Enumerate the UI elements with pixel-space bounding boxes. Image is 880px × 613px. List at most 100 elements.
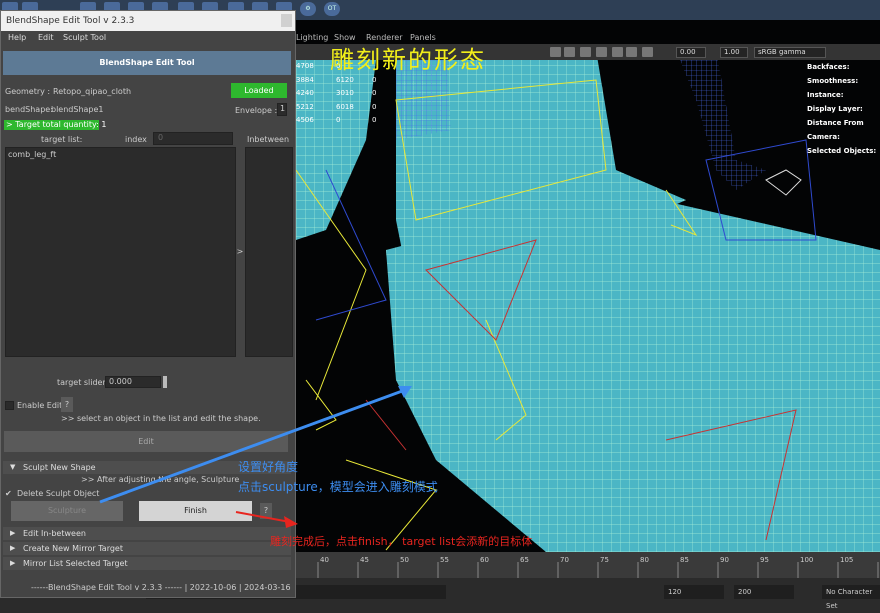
hud-label: Instance: bbox=[807, 91, 844, 99]
delete-sculpt-label: Delete Sculpt Object bbox=[17, 489, 100, 498]
maya-viewport[interactable]: Lighting Show Renderer Panels 0.00 1.00 … bbox=[296, 20, 880, 552]
section-title: Mirror List Selected Target bbox=[23, 559, 128, 568]
annotation-red: 雕刻完成后，点击finish， target list会添新的目标体 bbox=[270, 535, 533, 548]
move-target-button[interactable]: > bbox=[236, 147, 244, 357]
section-title: Create New Mirror Target bbox=[23, 544, 123, 553]
hud-value: 4506 bbox=[296, 116, 314, 124]
light-icon[interactable] bbox=[626, 47, 637, 57]
section-title: Edit In-between bbox=[23, 529, 86, 538]
shadow-icon[interactable] bbox=[642, 47, 653, 57]
hud-row: 5212 6018 0 bbox=[296, 101, 408, 115]
target-slider-label: target slider: bbox=[57, 378, 109, 387]
timeline-tick-label: 80 bbox=[640, 556, 649, 564]
section-title: Sculpt New Shape bbox=[23, 463, 96, 472]
timeline-tick-label: 45 bbox=[360, 556, 369, 564]
enable-edit-label: Enable Edit bbox=[17, 401, 63, 410]
grid-icon[interactable] bbox=[564, 47, 575, 57]
tool-header: BlendShape Edit Tool bbox=[3, 51, 291, 75]
timeline-tick-label: 95 bbox=[760, 556, 769, 564]
loaded-button[interactable]: Loaded bbox=[231, 83, 287, 98]
hud-object-details: Backfaces: Smoothness: Instance: Display La… bbox=[807, 60, 880, 158]
hud-value: 5212 bbox=[296, 102, 314, 111]
timeline-tick-label: 90 bbox=[720, 556, 729, 564]
timeline[interactable]: 40455055606570758085909510010511 bbox=[296, 552, 880, 578]
colorspace-select[interactable]: sRGB gamma bbox=[754, 47, 826, 58]
annotation-title: 雕刻新的形态 bbox=[330, 46, 486, 74]
target-total-badge: > Target total quantity: 1 bbox=[4, 120, 107, 130]
wireframe-icon[interactable] bbox=[580, 47, 591, 57]
shaded-icon[interactable] bbox=[596, 47, 607, 57]
hud-value: 6018 bbox=[336, 102, 354, 111]
index-label: index bbox=[125, 135, 147, 144]
ot-icon[interactable]: OT bbox=[324, 2, 340, 16]
target-list[interactable]: comb_leg_ft bbox=[5, 147, 236, 357]
hud-value: 0 bbox=[372, 89, 377, 97]
hud-value: 3010 bbox=[336, 89, 354, 97]
footer-version: ------BlendShape Edit Tool v 2.3.3 -----… bbox=[31, 583, 291, 592]
section-mirror-list[interactable]: ▶ Mirror List Selected Target bbox=[3, 557, 291, 570]
section-create-mirror[interactable]: ▶ Create New Mirror Target bbox=[3, 542, 291, 555]
blendshape-value: blendShape1 bbox=[51, 105, 104, 114]
timeline-tick-label: 40 bbox=[320, 556, 329, 564]
expand-triangle-icon: ▶ bbox=[10, 529, 16, 537]
exposure-field[interactable]: 0.00 bbox=[676, 47, 706, 58]
expand-triangle-icon: ▶ bbox=[10, 559, 16, 567]
timeline-ruler[interactable]: 40455055606570758085909510010511 bbox=[296, 552, 880, 578]
annotation-blue-2: 点击sculpture，模型会进入雕刻模式 bbox=[238, 480, 438, 494]
sculpture-button[interactable]: Sculpture bbox=[11, 501, 123, 521]
gamma-field[interactable]: 1.00 bbox=[720, 47, 748, 58]
timeline-tick-label: 55 bbox=[440, 556, 449, 564]
timeline-tick-label: 60 bbox=[480, 556, 489, 564]
texture-icon[interactable] bbox=[612, 47, 623, 57]
enable-edit-hint: >> select an object in the list and edit… bbox=[61, 414, 261, 423]
annotation-blue-1: 设置好角度 bbox=[238, 460, 299, 474]
enable-edit-help[interactable]: ? bbox=[61, 397, 73, 412]
timeline-tick-label: 65 bbox=[520, 556, 529, 564]
hud-label: Display Layer: bbox=[807, 105, 863, 113]
hud-label: Smoothness: bbox=[807, 77, 859, 85]
hud-label: Backfaces: bbox=[807, 63, 850, 71]
timeline-tick-label: 75 bbox=[600, 556, 609, 564]
geometry-label: Geometry : bbox=[5, 87, 51, 96]
timeline-tick-label: 70 bbox=[560, 556, 569, 564]
hud-value: 6120 bbox=[336, 75, 354, 84]
hud-value: 0 bbox=[336, 116, 341, 124]
menu-lighting[interactable]: Lighting bbox=[296, 33, 328, 42]
inbetween-label: Inbetween bbox=[247, 135, 290, 144]
blendshape-tool-window: BlendShape Edit Tool v 2.3.3 Help Edit S… bbox=[0, 10, 296, 598]
finish-button[interactable]: Finish bbox=[139, 501, 252, 521]
geometry-value: Retopo_qipao_cloth bbox=[53, 87, 132, 96]
edit-button[interactable]: Edit bbox=[4, 431, 288, 452]
range-end-field[interactable]: 120 bbox=[664, 585, 724, 599]
hud-label: Selected Objects: bbox=[807, 147, 877, 155]
menu-edit[interactable]: Edit bbox=[38, 33, 54, 42]
inbetween-list[interactable] bbox=[245, 147, 293, 357]
envelope-field[interactable]: 1 bbox=[277, 103, 287, 116]
enable-edit-checkbox[interactable] bbox=[5, 401, 14, 410]
hud-value: 4240 bbox=[296, 89, 314, 97]
menu-help[interactable]: Help bbox=[8, 33, 26, 42]
sculpt-help[interactable]: ? bbox=[260, 503, 272, 519]
character-set-select[interactable]: No Character Set bbox=[822, 585, 880, 610]
close-icon[interactable] bbox=[281, 14, 292, 27]
collapse-triangle-icon: ▼ bbox=[10, 463, 16, 471]
section-edit-in-between[interactable]: ▶ Edit In-between bbox=[3, 527, 291, 540]
index-field[interactable]: 0 bbox=[153, 132, 233, 145]
gear-icon[interactable]: ⚙ bbox=[300, 2, 316, 16]
envelope-label: Envelope : bbox=[235, 106, 278, 115]
target-slider-field[interactable]: 0.000 bbox=[105, 376, 161, 388]
timeline-tick-label: 105 bbox=[840, 556, 853, 564]
hud-value: 0 bbox=[372, 116, 377, 124]
animation-end-field[interactable]: 200 bbox=[734, 585, 794, 599]
camera-icon[interactable] bbox=[550, 47, 561, 57]
timeline-tick-label: 100 bbox=[800, 556, 813, 564]
check-icon[interactable]: ✔ bbox=[5, 489, 12, 498]
hud-row: 3884 6120 0 bbox=[296, 74, 408, 88]
menu-sculpt-tool[interactable]: Sculpt Tool bbox=[63, 33, 106, 42]
window-title: BlendShape Edit Tool v 2.3.3 bbox=[1, 11, 295, 31]
target-item[interactable]: comb_leg_ft bbox=[8, 150, 56, 159]
target-slider[interactable] bbox=[163, 376, 289, 388]
slider-handle[interactable] bbox=[163, 376, 167, 388]
hud-label: Distance From Camera: bbox=[807, 119, 864, 141]
hud-value: 3884 bbox=[296, 75, 314, 84]
